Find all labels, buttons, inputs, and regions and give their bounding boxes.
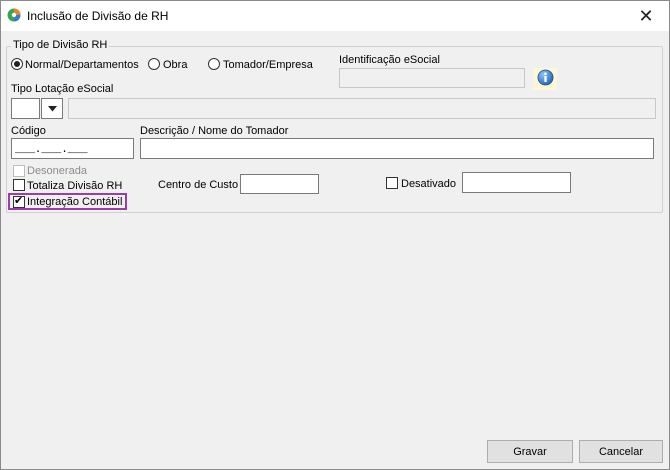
totaliza-label: Totaliza Divisão RH (27, 180, 123, 192)
radio-obra[interactable] (148, 58, 160, 70)
close-button[interactable]: ✕ (623, 1, 669, 31)
radio-obra-label: Obra (163, 59, 188, 71)
radio-normal-label: Normal/Departamentos (25, 59, 139, 71)
identificacao-field (339, 68, 525, 88)
tipo-lotacao-code-field[interactable] (11, 98, 40, 119)
radio-tomador[interactable] (208, 58, 220, 70)
tipo-lotacao-label: Tipo Lotação eSocial (11, 83, 114, 95)
window-title: Inclusão de Divisão de RH (27, 9, 169, 23)
codigo-mask: ___.___.___ (15, 144, 88, 156)
desativado-field[interactable] (462, 172, 571, 193)
desativado-checkbox[interactable] (386, 177, 398, 189)
tipo-lotacao-description-field (68, 98, 656, 119)
chevron-down-icon (47, 103, 57, 115)
integracao-checkbox[interactable] (13, 194, 25, 208)
tipo-lotacao-dropdown-button[interactable] (41, 98, 63, 119)
centro-custo-field[interactable] (240, 174, 319, 194)
totaliza-checkbox[interactable] (13, 179, 25, 191)
info-button[interactable] (533, 68, 557, 90)
dialog-window: Inclusão de Divisão de RH ✕ Tipo de Divi… (0, 0, 670, 470)
gravar-button[interactable]: Gravar (487, 440, 573, 463)
desativado-label: Desativado (401, 178, 457, 190)
identificacao-label: Identificação eSocial (339, 54, 440, 66)
codigo-label: Código (11, 125, 46, 137)
desonerada-checkbox (13, 165, 25, 177)
radio-tomador-label: Tomador/Empresa (223, 59, 313, 71)
descricao-field[interactable] (140, 138, 654, 159)
group-legend: Tipo de Divisão RH (11, 39, 110, 51)
integracao-label: Integração Contábil (27, 196, 123, 208)
info-icon (537, 69, 554, 89)
title-bar: Inclusão de Divisão de RH ✕ (1, 1, 669, 31)
descricao-label: Descrição / Nome do Tomador (140, 125, 289, 137)
app-icon (7, 8, 21, 22)
cancelar-button[interactable]: Cancelar (579, 440, 663, 463)
close-icon: ✕ (638, 5, 654, 26)
radio-normal[interactable] (11, 58, 23, 70)
centro-custo-label: Centro de Custo (158, 179, 239, 191)
desonerada-label: Desonerada (27, 165, 87, 177)
